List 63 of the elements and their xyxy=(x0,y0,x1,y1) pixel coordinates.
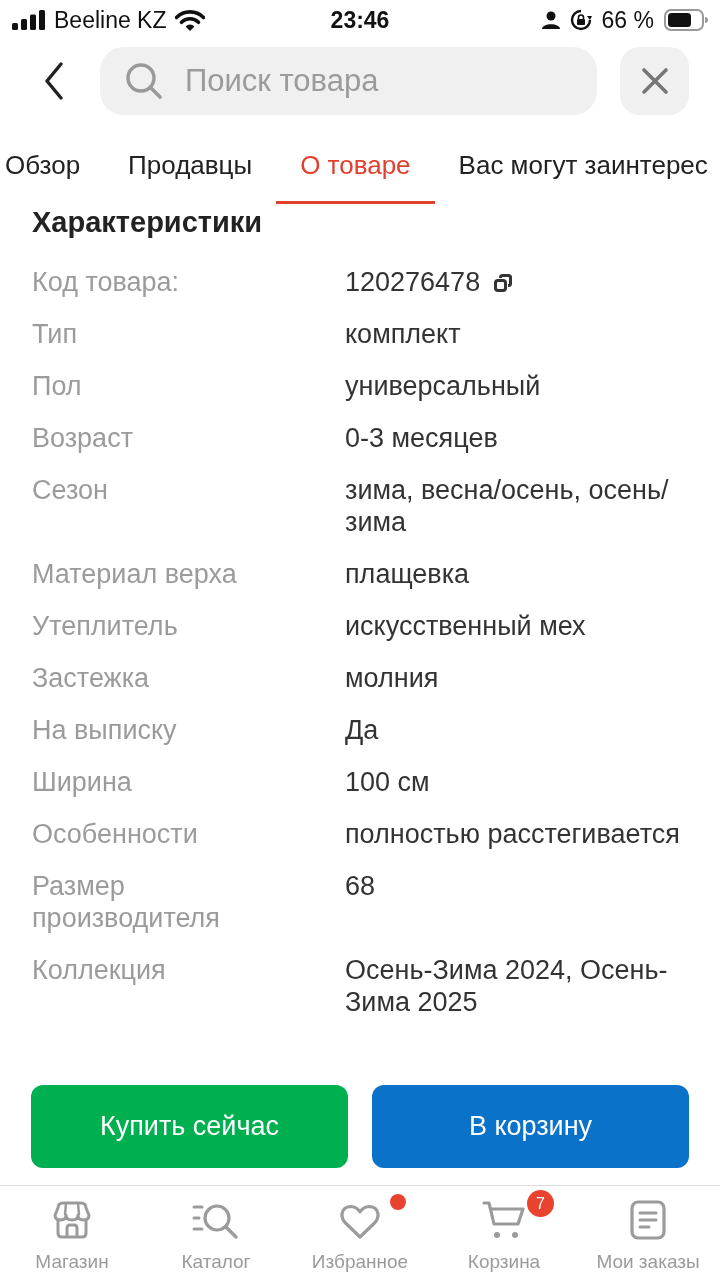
spec-label: Коллекция xyxy=(32,954,167,986)
spec-value: полностью расстегивается xyxy=(345,818,680,850)
spec-value: 0-3 месяцев xyxy=(345,422,498,454)
copy-button[interactable] xyxy=(494,274,513,292)
nav-label: Мои заказы xyxy=(596,1251,700,1273)
cart-icon xyxy=(482,1200,526,1240)
spec-label: На выписку xyxy=(32,714,178,746)
storefront-icon xyxy=(52,1200,92,1240)
close-button[interactable] xyxy=(620,47,689,115)
spec-label: Пол xyxy=(32,370,83,402)
nav-label: Избранное xyxy=(311,1251,409,1273)
battery-icon xyxy=(664,9,708,31)
spec-label: Сезон xyxy=(32,474,109,506)
spec-label: Ширина xyxy=(32,766,133,798)
wifi-icon xyxy=(174,9,205,31)
spec-value: 120276478 xyxy=(345,266,481,298)
spec-label: Код товара: xyxy=(32,266,181,298)
cart-count-badge: 7 xyxy=(527,1190,554,1217)
copy-icon xyxy=(494,274,513,292)
buy-now-button[interactable]: Купить сейчас xyxy=(31,1085,348,1168)
spec-label: Утеплитель xyxy=(32,610,179,642)
spec-value: молния xyxy=(345,662,439,694)
spec-value: универсальный xyxy=(345,370,541,402)
spec-value: зима, весна/осень, осень/зима xyxy=(345,474,670,538)
clock-time: 23:46 xyxy=(330,6,390,34)
person-icon xyxy=(541,11,560,29)
spec-label: Возраст xyxy=(32,422,134,454)
tab[interactable]: Вас могут заинтерес xyxy=(434,133,720,204)
battery-percent: 66 % xyxy=(601,6,654,34)
nav-tab[interactable]: 7 Корзина xyxy=(432,1186,576,1281)
document-icon xyxy=(630,1200,666,1240)
spec-label: Особенности xyxy=(32,818,199,850)
spec-value: искусственный мех xyxy=(345,610,586,642)
spec-label: Тип xyxy=(32,318,78,350)
spec-label: Размер производителя xyxy=(32,870,221,934)
spec-label: Материал верха xyxy=(32,558,238,590)
nav-tab[interactable]: Каталог xyxy=(144,1186,288,1281)
nav-tab[interactable]: Мои заказы xyxy=(576,1186,720,1281)
nav-tab[interactable]: Магазин xyxy=(0,1186,144,1281)
spec-label: Застежка xyxy=(32,662,151,694)
nav-label: Каталог xyxy=(181,1251,251,1273)
spec-value: 100 см xyxy=(345,766,430,798)
search-icon xyxy=(125,62,163,100)
nav-label: Магазин xyxy=(35,1251,109,1273)
section-title: Характеристики xyxy=(32,206,264,238)
tab[interactable]: Продавцы xyxy=(104,133,277,204)
nav-label: Корзина xyxy=(467,1251,541,1273)
tab[interactable]: О товаре xyxy=(276,133,435,204)
spec-value: Осень-Зима 2024, Осень-Зима 2025 xyxy=(345,954,669,1018)
nav-tab[interactable]: Избранное xyxy=(288,1186,432,1281)
back-chevron-icon xyxy=(44,62,64,100)
spec-value: плащевка xyxy=(345,558,470,590)
search-field[interactable]: Поиск товара xyxy=(100,47,597,115)
spec-value: 68 xyxy=(345,870,376,902)
spec-value: комплект xyxy=(345,318,461,350)
rotation-lock-icon xyxy=(569,9,592,31)
tab[interactable]: Обзор xyxy=(0,133,105,204)
spec-value: Да xyxy=(345,714,379,746)
carrier-name: Beeline KZ xyxy=(54,6,167,34)
add-to-cart-button[interactable]: В корзину xyxy=(372,1085,689,1168)
close-icon xyxy=(640,67,669,95)
heart-icon xyxy=(340,1204,380,1240)
signal-bars-icon xyxy=(12,10,46,30)
